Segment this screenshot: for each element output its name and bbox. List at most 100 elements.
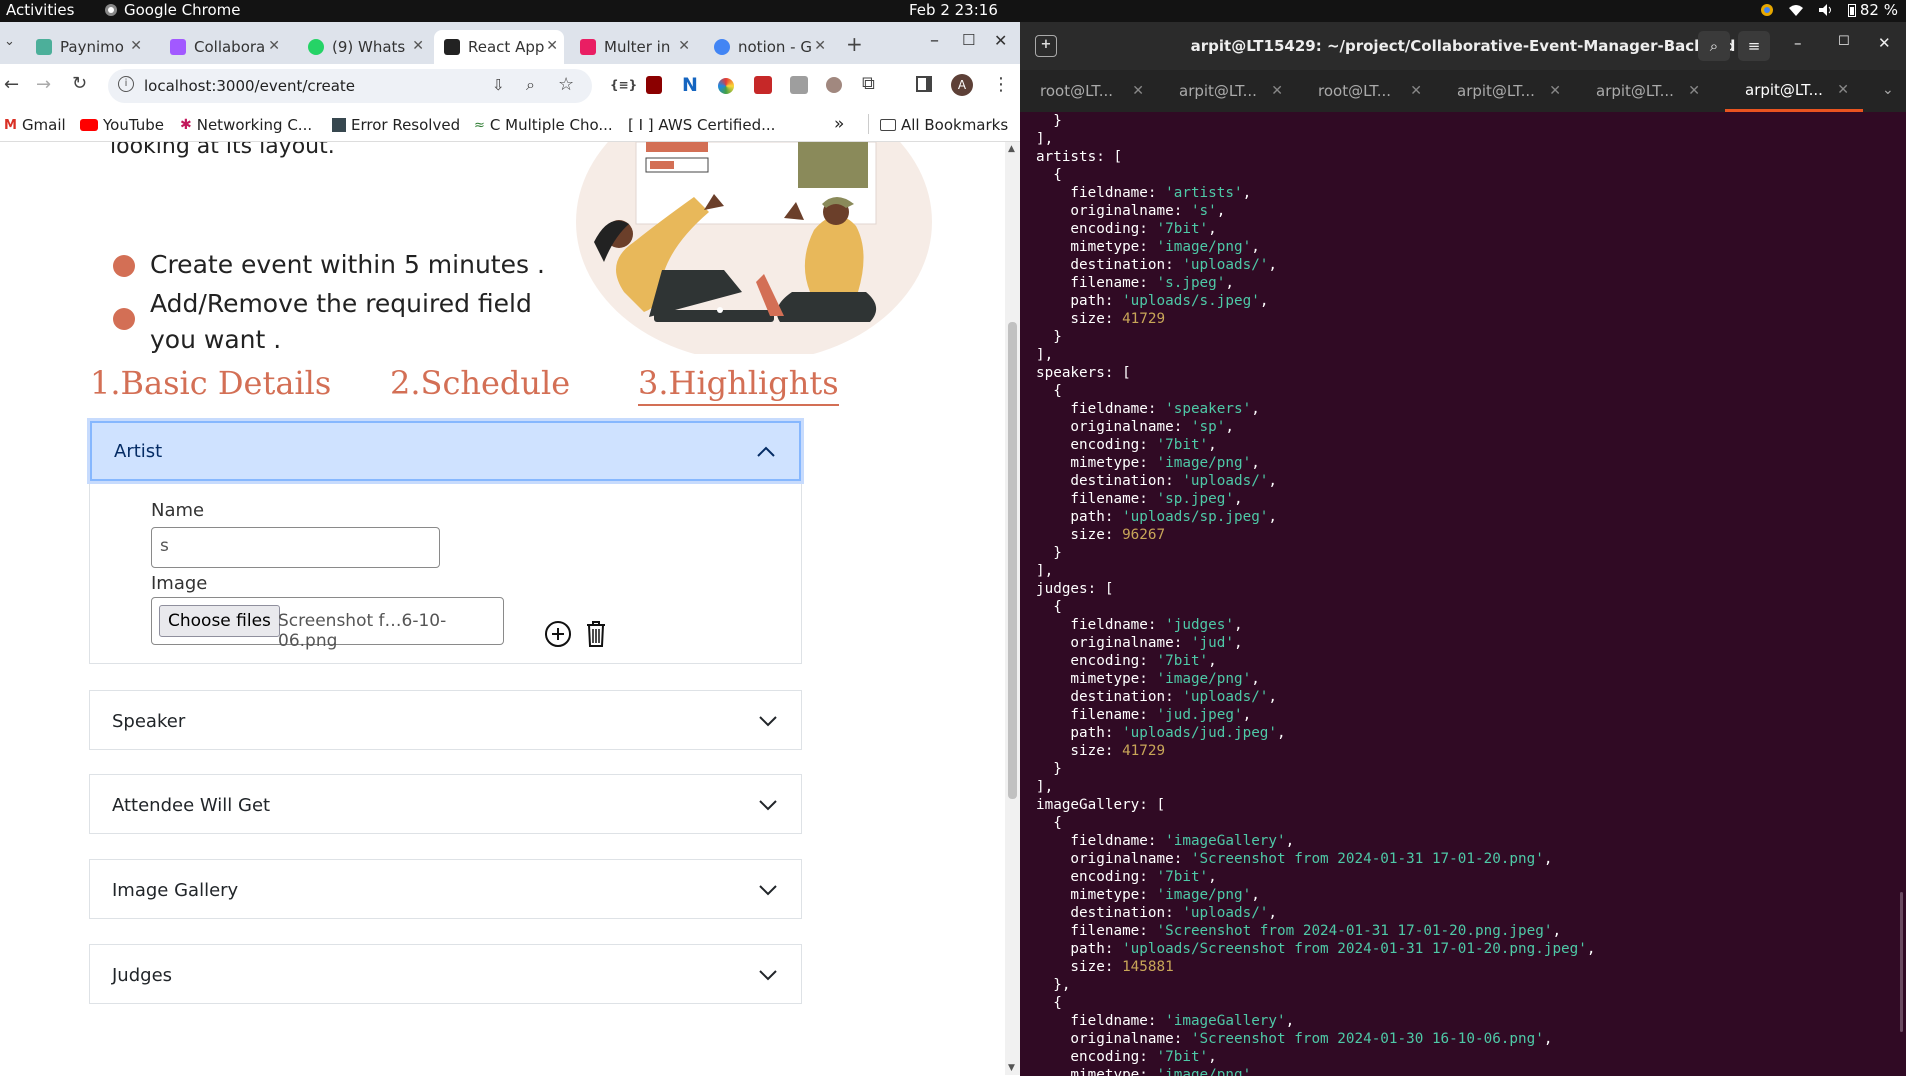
maximize-icon[interactable]: ☐	[962, 31, 975, 49]
tab-notion[interactable]: notion - G ✕	[704, 30, 832, 64]
scroll-up-icon[interactable]: ▲	[1008, 144, 1015, 154]
choose-files-button[interactable]: Choose files	[159, 605, 280, 637]
step-highlights[interactable]: 3.Highlights	[638, 364, 839, 406]
color-picker-icon[interactable]	[718, 78, 734, 94]
close-tab-icon[interactable]: ✕	[1688, 83, 1700, 99]
reload-icon[interactable]: ↻	[72, 73, 87, 94]
tab-collabora[interactable]: Collabora ✕	[160, 30, 286, 64]
bookmark-youtube[interactable]: YouTube	[80, 116, 164, 134]
clock[interactable]: Feb 2 23:16	[909, 0, 998, 20]
terminal-line: {	[1036, 382, 1596, 400]
close-tab-icon[interactable]: ✕	[268, 38, 280, 54]
close-tab-icon[interactable]: ✕	[1132, 83, 1144, 99]
close-tab-icon[interactable]: ✕	[130, 38, 142, 54]
close-tab-icon[interactable]: ✕	[1271, 83, 1283, 99]
terminal-search-icon[interactable]: ⌕	[1698, 31, 1730, 61]
tab-paynimo[interactable]: Paynimo ✕	[26, 30, 148, 64]
bookmark-gmail[interactable]: M Gmail	[4, 116, 66, 134]
ublock-icon[interactable]	[646, 76, 662, 94]
site-info-icon[interactable]: i	[118, 76, 134, 92]
accordion-attendee-will-get[interactable]: Attendee Will Get	[89, 774, 802, 834]
bookmark-star-icon[interactable]: ☆	[558, 74, 574, 95]
terminal-menu-icon[interactable]: ≡	[1738, 31, 1770, 61]
terminal-scrollbar[interactable]	[1900, 892, 1903, 1032]
artist-name-input[interactable]: s	[151, 527, 440, 568]
close-tab-icon[interactable]: ✕	[1837, 82, 1849, 98]
side-panel-icon[interactable]	[916, 76, 932, 92]
close-tab-icon[interactable]: ✕	[412, 38, 424, 54]
screen-recorder-icon[interactable]	[754, 76, 772, 94]
tab-whatsapp[interactable]: (9) Whats ✕	[298, 30, 430, 64]
zoom-icon[interactable]: ⌕	[526, 75, 535, 95]
accordion-header[interactable]: Attendee Will Get	[90, 775, 801, 835]
terminal-token: ,	[1268, 905, 1278, 921]
bullet-text: Add/Remove the required field	[150, 289, 532, 318]
close-tab-icon[interactable]: ✕	[1410, 83, 1422, 99]
system-tray[interactable]: 82 %	[1760, 0, 1898, 20]
gmail-icon: M	[4, 117, 17, 133]
step-basic-details[interactable]: 1.Basic Details	[90, 364, 331, 402]
terminal-tabs-dropdown-icon[interactable]: ⌄	[1882, 82, 1894, 98]
more-menu-icon[interactable]: ⋮	[992, 74, 1010, 95]
bookmark-aws[interactable]: [ I ] AWS Certified...	[628, 116, 775, 134]
scroll-down-icon[interactable]: ▼	[1008, 1063, 1015, 1073]
tab-react-app[interactable]: React App ✕	[434, 30, 564, 64]
terminal-token: fieldname:	[1036, 401, 1166, 417]
profile-avatar-icon[interactable]: A	[951, 74, 973, 96]
tab-multer[interactable]: Multer in ✕	[570, 30, 696, 64]
forward-icon[interactable]: →	[36, 74, 51, 95]
battery-icon	[1847, 4, 1856, 17]
artist-image-input[interactable]: Choose files Screenshot f…6-10-06.png	[151, 597, 504, 651]
terminal-tab[interactable]: arpit@LT... ✕	[1576, 70, 1714, 112]
app-menu[interactable]: Google Chrome	[104, 0, 241, 20]
extensions-puzzle-icon[interactable]: ⧉	[862, 73, 875, 94]
accordion-title: Attendee Will Get	[112, 794, 271, 816]
terminal-tab[interactable]: root@LT... ✕	[1298, 70, 1436, 112]
close-tab-icon[interactable]: ✕	[678, 38, 690, 54]
terminal-tab-active[interactable]: arpit@LT... ✕	[1725, 70, 1863, 112]
terminal-close-icon[interactable]: ✕	[1878, 34, 1891, 52]
accordion-header[interactable]: Speaker	[90, 691, 801, 751]
terminal-tab[interactable]: root@LT... ✕	[1020, 70, 1158, 112]
extension-face-icon[interactable]	[826, 77, 842, 93]
add-circle-icon[interactable]	[544, 620, 572, 648]
accordion-artist-header[interactable]: Artist	[90, 421, 801, 481]
close-tab-icon[interactable]: ✕	[546, 38, 558, 54]
close-tab-icon[interactable]: ✕	[1549, 83, 1561, 99]
activities-button[interactable]: Activities	[6, 0, 74, 20]
accordion-speaker[interactable]: Speaker	[89, 690, 802, 750]
accordion-judges[interactable]: Judges	[89, 944, 802, 1004]
close-tab-icon[interactable]: ✕	[814, 38, 826, 54]
accordion-header[interactable]: Image Gallery	[90, 860, 801, 920]
page-scrollbar[interactable]: ▲ ▼	[1005, 142, 1020, 1075]
extension-json-icon[interactable]: {≡}	[610, 78, 637, 92]
minimize-icon[interactable]: –	[930, 30, 939, 51]
back-icon[interactable]: ←	[4, 74, 19, 95]
scrollbar-thumb[interactable]	[1008, 322, 1017, 799]
accordion-header[interactable]: Judges	[90, 945, 801, 1005]
step-schedule[interactable]: 2.Schedule	[390, 364, 570, 402]
extension-n-icon[interactable]: N	[682, 74, 698, 96]
bookmark-multiple-choice[interactable]: ≈ C Multiple Cho...	[474, 116, 613, 134]
bookmark-error-resolved[interactable]: Error Resolved	[332, 116, 460, 134]
bookmark-networking[interactable]: ✱ Networking C...	[180, 116, 312, 134]
mcq-icon: ≈	[474, 117, 485, 133]
install-app-icon[interactable]: ⇩	[492, 76, 505, 94]
terminal-tab[interactable]: arpit@LT... ✕	[1437, 70, 1575, 112]
accordion-image-gallery[interactable]: Image Gallery	[89, 859, 802, 919]
bookmarks-overflow-icon[interactable]: »	[834, 114, 844, 134]
close-window-icon[interactable]: ✕	[994, 31, 1007, 50]
tab-search-icon[interactable]: ⌄	[4, 34, 15, 49]
terminal-minimize-icon[interactable]: –	[1794, 34, 1802, 52]
trash-icon[interactable]	[584, 619, 608, 649]
terminal-token: ,	[1268, 257, 1278, 273]
terminal-output[interactable]: }], artists: [ { fieldname: 'artists', or…	[1036, 112, 1596, 1076]
address-bar[interactable]: i localhost:3000/event/create ⇩ ⌕ ☆	[108, 69, 592, 103]
new-tab-icon[interactable]: +	[846, 32, 863, 56]
extension-gray-icon[interactable]	[790, 76, 808, 94]
terminal-token: filename:	[1036, 923, 1157, 939]
bookmark-all[interactable]: All Bookmarks	[880, 116, 1008, 134]
terminal-maximize-icon[interactable]: ☐	[1838, 34, 1850, 49]
terminal-token: '7bit'	[1156, 221, 1209, 237]
terminal-tab[interactable]: arpit@LT... ✕	[1159, 70, 1297, 112]
